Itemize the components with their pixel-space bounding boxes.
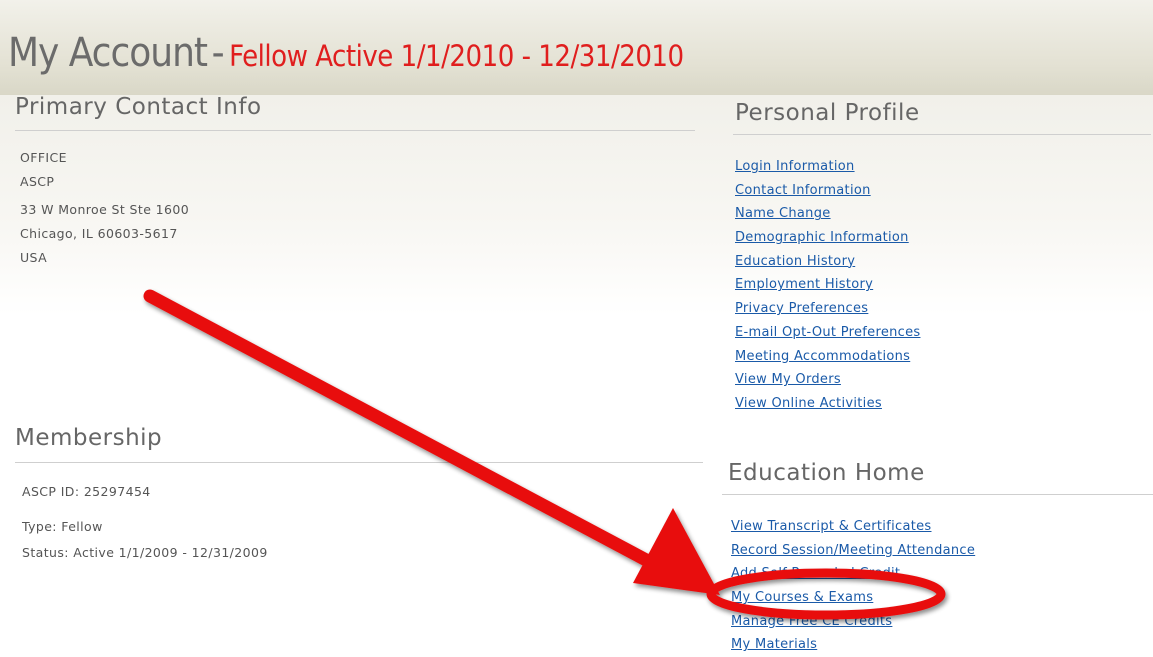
contact-information-link[interactable]: Contact Information bbox=[735, 183, 871, 198]
education-home-heading: Education Home bbox=[728, 460, 925, 486]
view-online-activities-link[interactable]: View Online Activities bbox=[735, 396, 882, 411]
contact-line-country: USA bbox=[20, 250, 48, 265]
membership-heading: Membership bbox=[15, 425, 163, 451]
login-information-link[interactable]: Login Information bbox=[735, 159, 855, 174]
add-self-recorded-credit-link[interactable]: Add Self-Recorded Credit bbox=[731, 566, 900, 581]
record-session-attendance-link[interactable]: Record Session/Meeting Attendance bbox=[731, 543, 975, 558]
primary-contact-divider bbox=[15, 130, 695, 131]
education-home-divider bbox=[722, 494, 1153, 495]
contact-line-street: 33 W Monroe St Ste 1600 bbox=[20, 202, 190, 217]
page-title: My Account - Fellow Active 1/1/2010 - 12… bbox=[8, 30, 684, 76]
membership-status: Status: Active 1/1/2009 - 12/31/2009 bbox=[22, 545, 268, 560]
contact-line-location-type: OFFICE bbox=[20, 150, 67, 165]
title-separator: - bbox=[211, 30, 225, 76]
contact-line-organization: ASCP bbox=[20, 174, 55, 189]
view-transcript-certificates-link[interactable]: View Transcript & Certificates bbox=[731, 519, 932, 534]
membership-divider bbox=[15, 462, 703, 463]
privacy-preferences-link[interactable]: Privacy Preferences bbox=[735, 301, 868, 316]
view-my-orders-link[interactable]: View My Orders bbox=[735, 372, 841, 387]
manage-free-ce-credits-link[interactable]: Manage Free CE Credits bbox=[731, 614, 892, 629]
annotation-arrow-shaft bbox=[143, 289, 655, 568]
membership-type: Type: Fellow bbox=[22, 519, 103, 534]
personal-profile-divider bbox=[733, 134, 1151, 135]
meeting-accommodations-link[interactable]: Meeting Accommodations bbox=[735, 349, 910, 364]
education-history-link[interactable]: Education History bbox=[735, 254, 855, 269]
personal-profile-links: Login Information Contact Information Na… bbox=[735, 155, 920, 416]
education-home-links: View Transcript & Certificates Record Se… bbox=[731, 515, 975, 657]
personal-profile-heading: Personal Profile bbox=[735, 100, 920, 126]
my-courses-exams-link[interactable]: My Courses & Exams bbox=[731, 590, 873, 605]
primary-contact-heading: Primary Contact Info bbox=[15, 94, 262, 120]
demographic-information-link[interactable]: Demographic Information bbox=[735, 230, 909, 245]
page-title-text: My Account bbox=[8, 30, 208, 76]
annotation-arrow-head bbox=[633, 508, 720, 595]
membership-id: ASCP ID: 25297454 bbox=[22, 484, 151, 499]
email-opt-out-preferences-link[interactable]: E-mail Opt-Out Preferences bbox=[735, 325, 920, 340]
name-change-link[interactable]: Name Change bbox=[735, 206, 831, 221]
employment-history-link[interactable]: Employment History bbox=[735, 277, 873, 292]
contact-line-city: Chicago, IL 60603-5617 bbox=[20, 226, 178, 241]
membership-status-banner: Fellow Active 1/1/2010 - 12/31/2010 bbox=[229, 39, 684, 73]
my-materials-link[interactable]: My Materials bbox=[731, 637, 817, 652]
